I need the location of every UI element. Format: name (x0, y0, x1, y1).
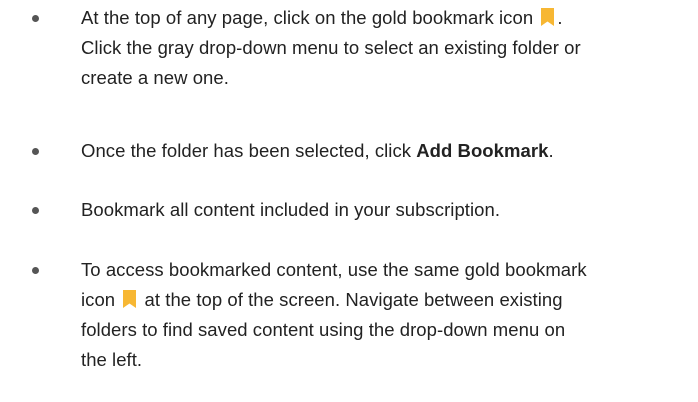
list-item-text: Bookmark all content included in your su… (81, 199, 501, 220)
list-item-text: At the top of any page, click on the gol… (81, 3, 688, 93)
bullet-icon (32, 267, 39, 274)
add-bookmark-label: Add Bookmark (416, 140, 549, 161)
line: To access bookmarked content, use the sa… (81, 259, 587, 280)
list-item-text: To access bookmarked content, use the sa… (81, 255, 688, 375)
bullet-icon (32, 15, 39, 22)
line: At the top of any page, click on the gol… (81, 7, 563, 28)
line: the left. (81, 349, 143, 370)
line: create a new one. (81, 67, 229, 88)
bookmark-icon (540, 7, 555, 27)
line: Click the gray drop-down menu to select … (81, 37, 581, 58)
bullet-icon (32, 207, 39, 214)
list-item-text: Once the folder has been selected, click… (81, 140, 554, 161)
bookmark-icon (122, 289, 137, 309)
bullet-icon (32, 148, 39, 155)
line: folders to find saved content using the … (81, 319, 566, 340)
line: icon at the top of the screen. Navigate … (81, 289, 563, 310)
